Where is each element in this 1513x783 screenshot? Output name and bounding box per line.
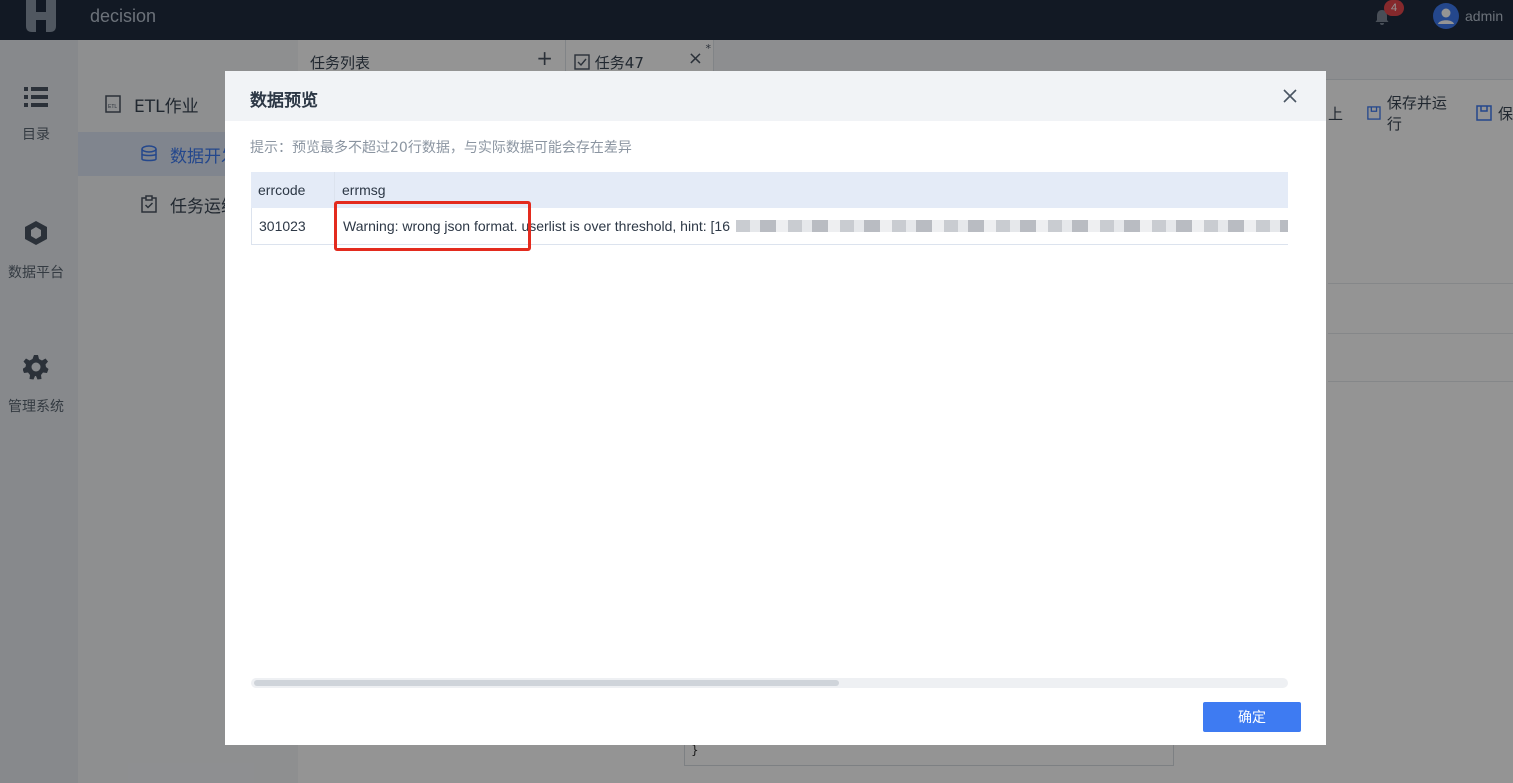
confirm-button[interactable]: 确定 xyxy=(1203,702,1301,732)
column-header[interactable]: errcode xyxy=(251,172,335,208)
dialog-header: 数据预览 xyxy=(225,71,1326,121)
dialog-title: 数据预览 xyxy=(250,91,318,111)
close-icon[interactable] xyxy=(1280,86,1300,106)
horizontal-scrollbar[interactable] xyxy=(251,678,1288,688)
highlight-box xyxy=(334,201,531,251)
redacted-content xyxy=(735,220,1288,232)
data-preview-dialog: 数据预览 提示：预览最多不超过20行数据，与实际数据可能会存在差异 errcod… xyxy=(225,71,1326,745)
preview-hint: 提示：预览最多不超过20行数据，与实际数据可能会存在差异 xyxy=(250,140,632,156)
errcode-cell: 301023 xyxy=(252,208,336,244)
scrollbar-thumb[interactable] xyxy=(254,680,839,686)
